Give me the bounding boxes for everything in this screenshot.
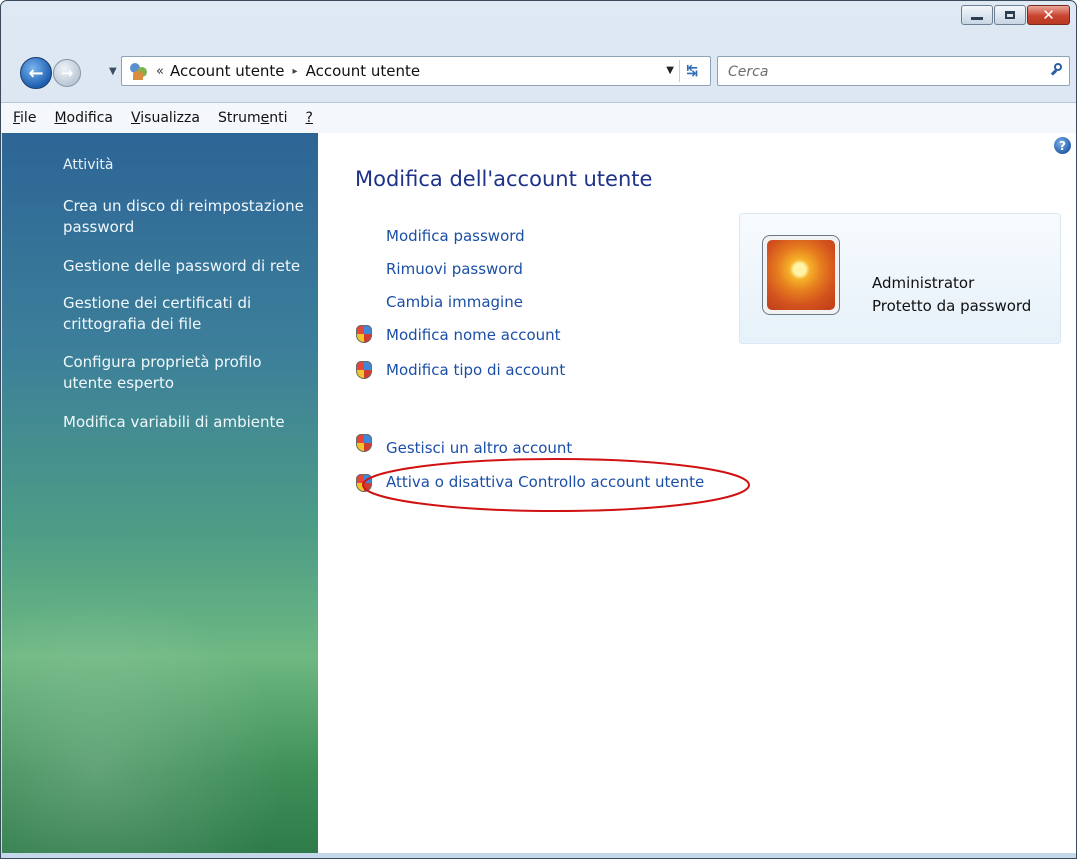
- uac-shield-icon: [356, 325, 372, 343]
- task-modifica-password[interactable]: Modifica password: [386, 227, 525, 245]
- refresh-icon[interactable]: ↹: [679, 60, 704, 82]
- history-dropdown[interactable]: ▼: [109, 66, 117, 77]
- search-icon[interactable]: [1050, 63, 1063, 76]
- menu-help[interactable]: ?: [297, 110, 322, 126]
- task-pane-heading: Attività: [63, 157, 114, 173]
- sidebar-item-crea-disco-reimpostazione[interactable]: Crea un disco di reimpostazione password: [63, 196, 313, 238]
- task-cambia-immagine[interactable]: Cambia immagine: [386, 293, 523, 311]
- forward-arrow-icon: →: [60, 64, 74, 82]
- title-bar[interactable]: ✕: [1, 1, 1076, 49]
- breadcrumb-account-utente-2[interactable]: Account utente: [306, 62, 421, 80]
- explorer-window: ✕ ← → ▼ « Account utente ▸ Account utent…: [0, 0, 1077, 859]
- breadcrumb-account-utente-1[interactable]: Account utente: [170, 62, 285, 80]
- menu-bar: File Modifica Visualizza Strumenti ?: [1, 102, 1076, 134]
- maximize-button[interactable]: [994, 5, 1026, 25]
- task-rimuovi-password[interactable]: Rimuovi password: [386, 260, 523, 278]
- task-modifica-tipo-account[interactable]: Modifica tipo di account: [386, 361, 565, 379]
- uac-shield-icon: [356, 434, 372, 452]
- forward-button[interactable]: →: [53, 59, 81, 87]
- minimize-button[interactable]: [961, 5, 993, 25]
- account-picture: [762, 235, 840, 315]
- search-box: [717, 56, 1070, 86]
- task-gestisci-altro-account[interactable]: Gestisci un altro account: [386, 439, 572, 457]
- menu-visualizza[interactable]: Visualizza: [122, 110, 209, 126]
- sidebar-item-proprieta-profilo[interactable]: Configura proprietà profilo utente esper…: [63, 352, 313, 394]
- task-modifica-nome-account[interactable]: Modifica nome account: [386, 326, 561, 344]
- sidebar-item-gestione-certificati[interactable]: Gestione dei certificati di crittografia…: [63, 293, 313, 335]
- close-icon: ✕: [1042, 5, 1055, 24]
- menu-strumenti[interactable]: Strumenti: [209, 110, 297, 126]
- minimize-icon: [971, 17, 983, 20]
- breadcrumb-separator-icon[interactable]: ▸: [293, 66, 298, 77]
- task-attiva-disattiva-uac[interactable]: Attiva o disattiva Controllo account ute…: [386, 473, 704, 491]
- caption-buttons: ✕: [960, 5, 1070, 25]
- flower-icon: [767, 240, 835, 310]
- page-title: Modifica dell'account utente: [355, 167, 653, 191]
- back-arrow-icon: ←: [28, 62, 44, 84]
- account-status: Protetto da password: [872, 297, 1032, 315]
- sidebar-item-gestione-password-rete[interactable]: Gestione delle password di rete: [63, 256, 313, 277]
- uac-shield-icon: [356, 474, 372, 492]
- uac-shield-icon: [356, 361, 372, 379]
- status-bar: [2, 853, 1076, 858]
- address-dropdown-icon[interactable]: ▼: [666, 65, 674, 76]
- task-pane: Attività Crea un disco di reimpostazione…: [2, 133, 318, 858]
- back-button[interactable]: ←: [20, 57, 52, 89]
- account-name: Administrator: [872, 274, 975, 292]
- sidebar-item-variabili-ambiente[interactable]: Modifica variabili di ambiente: [63, 412, 313, 433]
- breadcrumb-overflow[interactable]: «: [156, 64, 164, 79]
- main-content: ? Modifica dell'account utente Modifica …: [318, 133, 1076, 853]
- close-button[interactable]: ✕: [1027, 5, 1070, 25]
- search-input[interactable]: [726, 61, 1040, 83]
- chevron-down-icon: ▼: [109, 66, 117, 77]
- users-icon: [128, 61, 150, 81]
- maximize-icon: [1005, 11, 1015, 19]
- help-icon[interactable]: ?: [1054, 137, 1071, 154]
- address-bar[interactable]: « Account utente ▸ Account utente ▼ ↹: [121, 56, 711, 86]
- menu-file[interactable]: File: [1, 110, 45, 126]
- account-card: Administrator Protetto da password: [739, 213, 1061, 344]
- menu-modifica[interactable]: Modifica: [45, 110, 122, 126]
